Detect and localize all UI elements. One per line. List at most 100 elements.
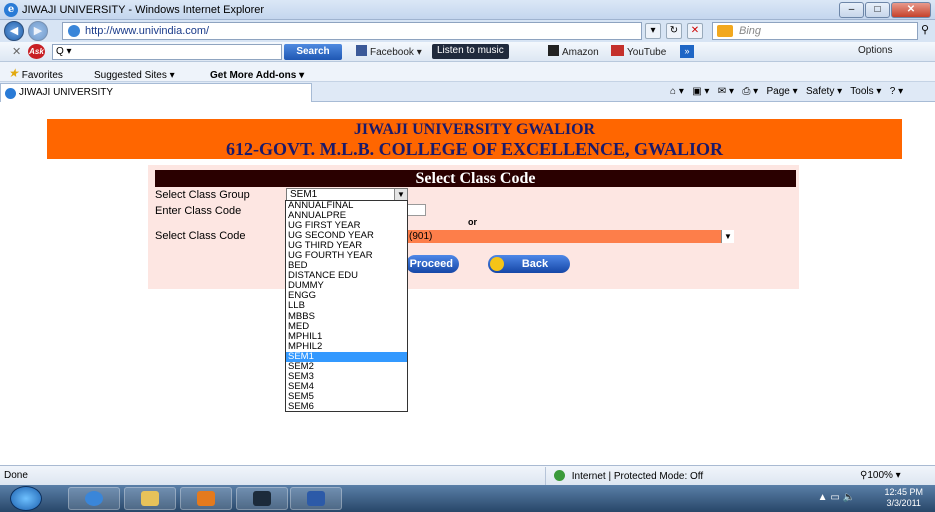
address-bar-row: ◀ ▶ http://www.univindia.com/ ▾ ↻ ✕ Bing… [0, 20, 935, 42]
safety-menu[interactable]: Safety ▾ [806, 86, 842, 97]
taskbar-ie-button[interactable] [68, 487, 120, 510]
favorites-button[interactable]: ★ Favorites [8, 66, 63, 81]
add-ons-label: Get More Add-ons ▾ [210, 70, 305, 81]
select-code-label: Select Class Code [155, 230, 246, 242]
class-code-form: Select Class Code Select Class Group SEM… [148, 165, 799, 289]
clock[interactable]: 12:45 PM 3/3/2011 [884, 487, 923, 509]
folder-icon [141, 491, 159, 506]
amazon-button[interactable]: Amazon [548, 45, 599, 58]
taskbar-explorer-button[interactable] [124, 487, 176, 510]
bing-placeholder: Bing [739, 25, 762, 37]
close-button[interactable]: ✕ [891, 2, 931, 18]
zoom-level[interactable]: ⚲100% ▾ [860, 470, 901, 481]
dropdown-option[interactable]: DISTANCE EDU [286, 271, 407, 281]
security-zone[interactable]: Internet | Protected Mode: Off [545, 467, 800, 485]
minimize-button[interactable]: – [839, 2, 864, 18]
refresh-icon[interactable]: ↻ [666, 23, 682, 39]
ask-logo: Ask [28, 44, 45, 59]
back-button[interactable]: Back [488, 255, 570, 273]
feeds-icon[interactable]: ▣ ▾ [692, 86, 709, 97]
dropdown-option[interactable]: SEM1 [286, 351, 407, 362]
forward-nav-icon[interactable]: ▶ [28, 21, 48, 41]
dropdown-option[interactable]: SEM4 [286, 382, 407, 392]
search-icon[interactable]: ⚲ [921, 23, 929, 36]
class-group-value: SEM1 [290, 189, 318, 200]
taskbar-word-button[interactable] [290, 487, 342, 510]
ie-icon: e [4, 3, 18, 17]
dropdown-option[interactable]: ANNUALPRE [286, 211, 407, 221]
options-button[interactable]: Options [858, 45, 892, 56]
proceed-button[interactable]: Proceed [406, 255, 459, 273]
dropdown-option[interactable]: LLB [286, 301, 407, 311]
print-icon[interactable]: ⎙ ▾ [742, 86, 758, 97]
compat-icon[interactable]: ▾ [645, 23, 661, 39]
bing-search-field[interactable]: Bing [712, 22, 918, 40]
facebook-icon [356, 45, 367, 56]
close-toolbar-icon[interactable]: ✕ [12, 45, 21, 58]
dropdown-option[interactable]: UG FIRST YEAR [286, 221, 407, 231]
mail-icon[interactable]: ✉ ▾ [718, 86, 734, 97]
zoom-value: 100% [867, 470, 893, 481]
suggested-label: Suggested Sites ▾ [94, 70, 175, 81]
start-button[interactable] [10, 486, 42, 511]
window-title: JIWAJI UNIVERSITY - Windows Internet Exp… [22, 4, 265, 16]
dropdown-option[interactable]: SEM5 [286, 392, 407, 402]
dropdown-option[interactable]: SEM6 [286, 402, 407, 412]
tab-strip: JIWAJI UNIVERSITY ⌂ ▾ ▣ ▾ ✉ ▾ ⎙ ▾ Page ▾… [0, 82, 935, 102]
dropdown-option[interactable]: UG SECOND YEAR [286, 231, 407, 241]
media-player-icon [197, 491, 215, 506]
dropdown-option[interactable]: MPHIL2 [286, 342, 407, 352]
chevron-down-icon[interactable]: ▼ [721, 230, 734, 243]
stop-icon[interactable]: ✕ [687, 23, 703, 39]
ask-search-input[interactable]: Q ▾ [52, 44, 282, 60]
address-tools: ▾ ↻ ✕ [645, 23, 703, 39]
page-menu[interactable]: Page ▾ [766, 86, 797, 97]
dropdown-option[interactable]: SEM3 [286, 372, 407, 382]
dropdown-option[interactable]: BED [286, 261, 407, 271]
home-icon[interactable]: ⌂ ▾ [670, 86, 684, 97]
more-chevron-icon[interactable]: » [680, 45, 694, 58]
system-tray[interactable]: ▲ ▭ 🔈 [818, 492, 855, 503]
class-group-dropdown-list: ANNUALFINAL ANNUALPRE UG FIRST YEAR UG SECO… [285, 200, 408, 412]
url-text: http://www.univindia.com/ [85, 25, 210, 37]
taskbar: ▲ ▭ 🔈 12:45 PM 3/3/2011 [0, 485, 935, 512]
class-code-value: (901) [409, 231, 433, 242]
address-field[interactable]: http://www.univindia.com/ [62, 22, 642, 40]
clock-date: 3/3/2011 [886, 498, 921, 508]
youtube-icon [611, 45, 624, 56]
dropdown-option[interactable]: MBBS [286, 312, 407, 322]
amazon-icon [548, 45, 559, 56]
help-icon[interactable]: ? ▾ [890, 86, 903, 97]
tab-title: JIWAJI UNIVERSITY [19, 87, 114, 98]
facebook-button[interactable]: Facebook ▾ [356, 45, 422, 58]
back-nav-icon[interactable]: ◀ [4, 21, 24, 41]
taskbar-app-button[interactable] [236, 487, 288, 510]
globe-icon [554, 470, 565, 481]
dropdown-option[interactable]: ANNUALFINAL [286, 201, 407, 211]
maximize-button[interactable]: □ [865, 2, 890, 18]
youtube-button[interactable]: YouTube [611, 45, 666, 58]
page-content: JIWAJI UNIVERSITY GWALIOR 612-GOVT. M.L.… [0, 103, 935, 465]
dropdown-option[interactable]: UG FOURTH YEAR [286, 251, 407, 261]
tools-menu[interactable]: Tools ▾ [850, 86, 881, 97]
tab-jiwaji[interactable]: JIWAJI UNIVERSITY [0, 83, 312, 102]
dropdown-option[interactable]: MED [286, 322, 407, 332]
youtube-label: YouTube [627, 47, 667, 58]
bing-icon [717, 25, 733, 37]
ask-search-button[interactable]: Search [284, 44, 342, 60]
dropdown-option[interactable]: MPHIL1 [286, 332, 407, 342]
dropdown-option[interactable]: SEM2 [286, 362, 407, 372]
dropdown-option[interactable]: ENGG [286, 291, 407, 301]
class-group-label: Select Class Group [155, 189, 250, 201]
enter-code-label: Enter Class Code [155, 205, 242, 217]
class-code-input[interactable] [406, 204, 426, 216]
dropdown-option[interactable]: UG THIRD YEAR [286, 241, 407, 251]
dropdown-option[interactable]: DUMMY [286, 281, 407, 291]
ie-taskbar-icon [85, 491, 103, 506]
music-button[interactable]: Listen to music [432, 44, 509, 59]
or-separator: or [468, 217, 477, 227]
back-arrow-icon [490, 257, 504, 271]
back-label: Back [521, 258, 549, 270]
taskbar-media-button[interactable] [180, 487, 232, 510]
class-code-select[interactable]: (901) ▼ [406, 230, 734, 243]
